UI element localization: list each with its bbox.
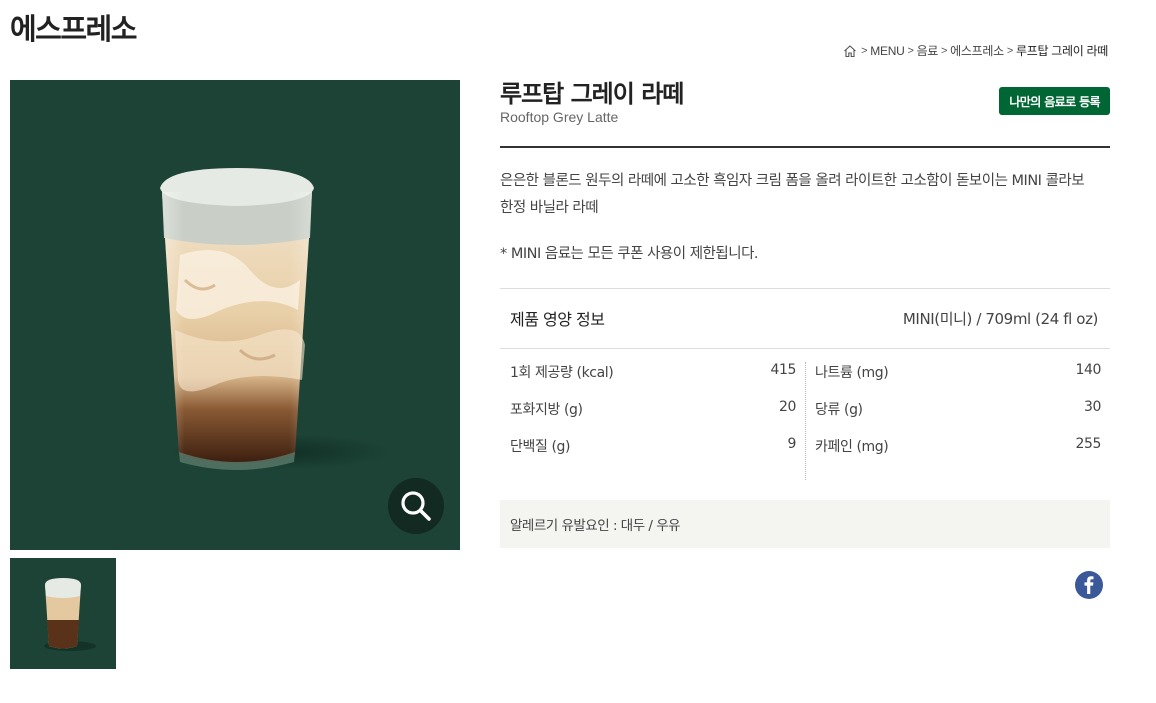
allergy-info: 알레르기 유발요인 : 대두 / 우유: [500, 500, 1110, 548]
facebook-icon: [1084, 576, 1094, 594]
nutrition-column-divider: [805, 362, 806, 480]
breadcrumb-separator: >: [941, 44, 948, 57]
nutrition-row: 당류 (g) 30: [815, 399, 1101, 436]
nutrition-mid-divider: [500, 348, 1110, 349]
title-divider: [500, 146, 1110, 148]
product-main-image: [10, 80, 460, 550]
nutrition-value: 140: [1075, 362, 1101, 378]
page-title: 에스프레소: [10, 12, 137, 46]
nutrition-value: 30: [1083, 399, 1101, 415]
latte-thumbnail-image: [44, 578, 96, 651]
zoom-button[interactable]: [388, 478, 444, 534]
breadcrumb-separator: >: [907, 44, 914, 57]
allergy-text: 알레르기 유발요인 : 대두 / 우유: [510, 518, 681, 534]
breadcrumb-beverage[interactable]: 음료: [917, 42, 939, 59]
latte-glass-image: [160, 168, 390, 470]
product-name-english: Rooftop Grey Latte: [500, 109, 619, 125]
product-thumbnail[interactable]: [10, 558, 116, 669]
nutrition-value: 9: [787, 436, 796, 452]
breadcrumb: > MENU > 음료 > 에스프레소 > 루프탑 그레이 라떼: [843, 42, 1108, 59]
add-favorite-button[interactable]: 나만의 음료로 등록: [999, 87, 1110, 115]
nutrition-size: MINI(미니) / 709ml (24 fl oz): [902, 310, 1099, 328]
breadcrumb-espresso[interactable]: 에스프레소: [950, 42, 1004, 59]
nutrition-row: 단백질 (g) 9: [510, 436, 796, 473]
nutrition-value: 415: [770, 362, 796, 378]
nutrition-column-left: 1회 제공량 (kcal) 415 포화지방 (g) 20 단백질 (g) 9: [510, 362, 796, 473]
nutrition-value: 255: [1075, 436, 1101, 452]
breadcrumb-separator: >: [861, 44, 868, 57]
nutrition-label: 카페인 (mg): [815, 439, 889, 455]
nutrition-label: 나트륨 (mg): [815, 365, 889, 381]
product-name: 루프탑 그레이 라떼: [500, 80, 684, 108]
nutrition-label: 당류 (g): [815, 402, 863, 418]
nutrition-top-divider: [500, 288, 1110, 289]
nutrition-row: 포화지방 (g) 20: [510, 399, 796, 436]
breadcrumb-current: 루프탑 그레이 라떼: [1016, 44, 1108, 58]
nutrition-table: 1회 제공량 (kcal) 415 포화지방 (g) 20 단백질 (g) 9 …: [500, 362, 1110, 482]
breadcrumb-menu[interactable]: MENU: [870, 44, 904, 58]
nutrition-row: 1회 제공량 (kcal) 415: [510, 362, 796, 399]
facebook-share-button[interactable]: [1075, 571, 1103, 599]
nutrition-value: 20: [778, 399, 796, 415]
product-description: 은은한 블론드 원두의 라떼에 고소한 흑임자 크림 폼을 올려 라이트한 고소…: [500, 173, 1085, 216]
nutrition-title: 제품 영양 정보: [510, 310, 605, 329]
nutrition-label: 1회 제공량 (kcal): [510, 365, 614, 381]
magnifier-icon: [401, 491, 431, 521]
breadcrumb-separator: >: [1006, 44, 1013, 57]
coupon-note: * MINI 음료는 모든 쿠폰 사용이 제한됩니다.: [500, 246, 759, 262]
nutrition-column-right: 나트륨 (mg) 140 당류 (g) 30 카페인 (mg) 255: [815, 362, 1101, 473]
nutrition-label: 포화지방 (g): [510, 402, 583, 418]
nutrition-row: 나트륨 (mg) 140: [815, 362, 1101, 399]
nutrition-label: 단백질 (g): [510, 439, 571, 455]
home-icon[interactable]: [843, 44, 857, 58]
nutrition-row: 카페인 (mg) 255: [815, 436, 1101, 473]
